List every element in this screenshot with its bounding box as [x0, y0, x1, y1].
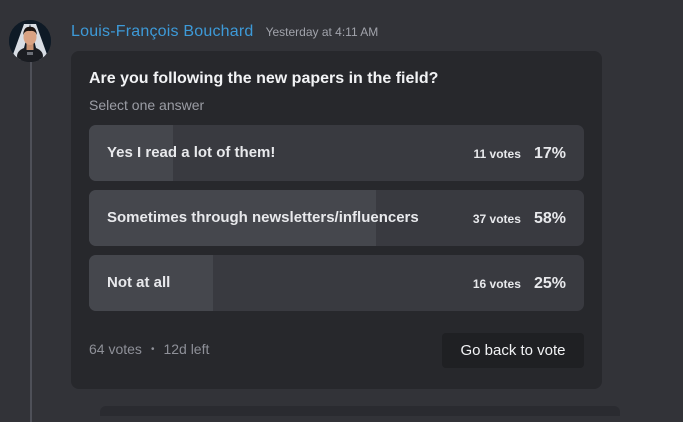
poll-option-label: Sometimes through newsletters/influencer… — [107, 209, 419, 226]
poll-option-vote-count: 16 votes — [472, 277, 521, 291]
go-back-to-vote-button[interactable]: Go back to vote — [442, 333, 584, 368]
poll-total-votes: 64 votes — [89, 341, 142, 357]
poll-option[interactable]: Yes I read a lot of them! 11 votes 17% — [89, 125, 584, 181]
message-timestamp: Yesterday at 4:11 AM — [265, 25, 379, 39]
poll-option-stats: 16 votes 25% — [473, 255, 566, 311]
user-avatar-icon — [9, 20, 51, 62]
avatar[interactable] — [9, 20, 51, 62]
poll-option-percent: 58% — [533, 210, 566, 227]
message-header: Louis-François Bouchard Yesterday at 4:1… — [71, 21, 378, 41]
poll-option[interactable]: Sometimes through newsletters/influencer… — [89, 190, 584, 246]
poll-option[interactable]: Not at all 16 votes 25% — [89, 255, 584, 311]
poll-hint: Select one answer — [89, 97, 205, 113]
poll-option-label: Yes I read a lot of them! — [107, 144, 276, 161]
poll-option-stats: 37 votes 58% — [473, 190, 566, 246]
poll-option-vote-count: 11 votes — [473, 147, 521, 161]
poll-question: Are you following the new papers in the … — [89, 70, 439, 87]
poll-footer-meta: 64 votes • 12d left — [89, 341, 209, 357]
poll-option-percent: 25% — [533, 275, 566, 292]
next-message-preview — [100, 406, 620, 416]
poll-time-left: 12d left — [163, 341, 210, 357]
poll-card: Are you following the new papers in the … — [71, 51, 602, 389]
poll-option-vote-count: 37 votes — [472, 212, 521, 226]
poll-option-percent: 17% — [533, 145, 566, 162]
poll-option-label: Not at all — [107, 274, 171, 291]
separator-dot: • — [150, 344, 155, 355]
author-name[interactable]: Louis-François Bouchard — [71, 23, 253, 40]
reply-thread-line — [30, 62, 32, 422]
poll-option-stats: 11 votes 17% — [474, 125, 567, 181]
